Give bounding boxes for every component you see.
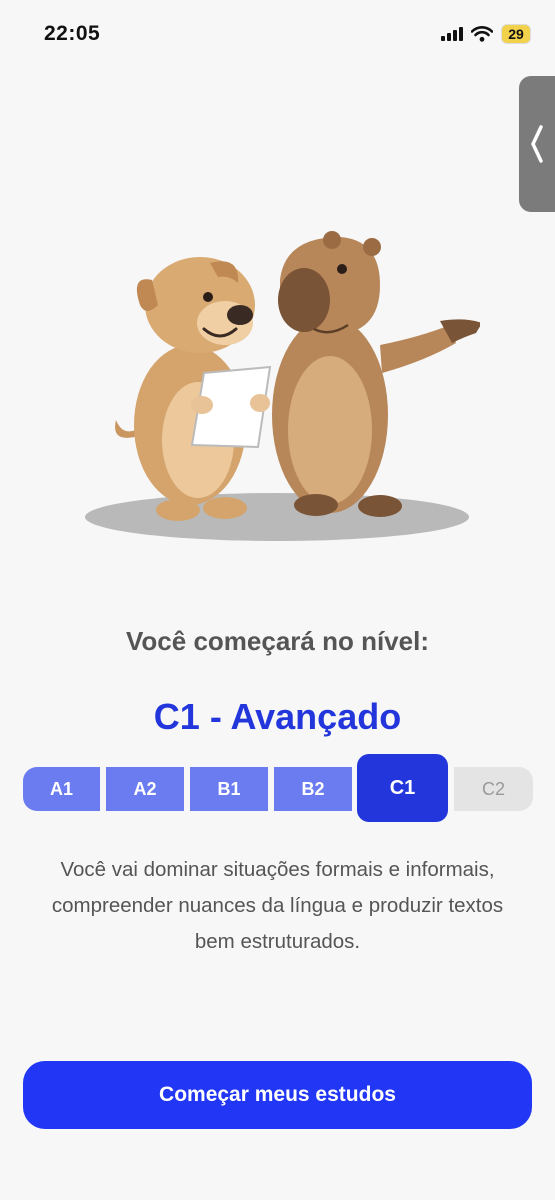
start-studies-button[interactable]: Começar meus estudos	[23, 1061, 532, 1129]
level-segment-c1-selected[interactable]: C1	[357, 754, 448, 822]
level-title: C1 - Avançado	[153, 696, 402, 737]
status-bar: 22:05 29	[0, 0, 555, 70]
battery-icon: 29	[501, 24, 531, 44]
chevron-left-icon	[531, 125, 543, 163]
ground-shadow	[85, 493, 469, 541]
level-segment-b1[interactable]: B1	[190, 767, 268, 811]
wifi-icon	[471, 26, 493, 42]
level-segment-b2[interactable]: B2	[274, 767, 352, 811]
level-segment-a1[interactable]: A1	[23, 767, 100, 811]
level-selector: A1 A2 B1 B2 C1 C2	[23, 754, 533, 824]
capybara-figure	[272, 231, 480, 517]
level-segment-a2[interactable]: A2	[106, 767, 184, 811]
level-segment-c2[interactable]: C2	[454, 767, 533, 811]
status-time: 22:05	[44, 22, 101, 45]
level-description: Você vai dominar situações formais e inf…	[51, 858, 504, 953]
headline: Você começará no nível:	[126, 626, 429, 656]
dog-and-capybara-illustration	[85, 231, 480, 541]
dog-figure	[115, 257, 272, 521]
status-icons: 29	[441, 24, 531, 44]
signal-icon	[441, 27, 463, 41]
side-drawer-handle[interactable]	[519, 76, 555, 212]
